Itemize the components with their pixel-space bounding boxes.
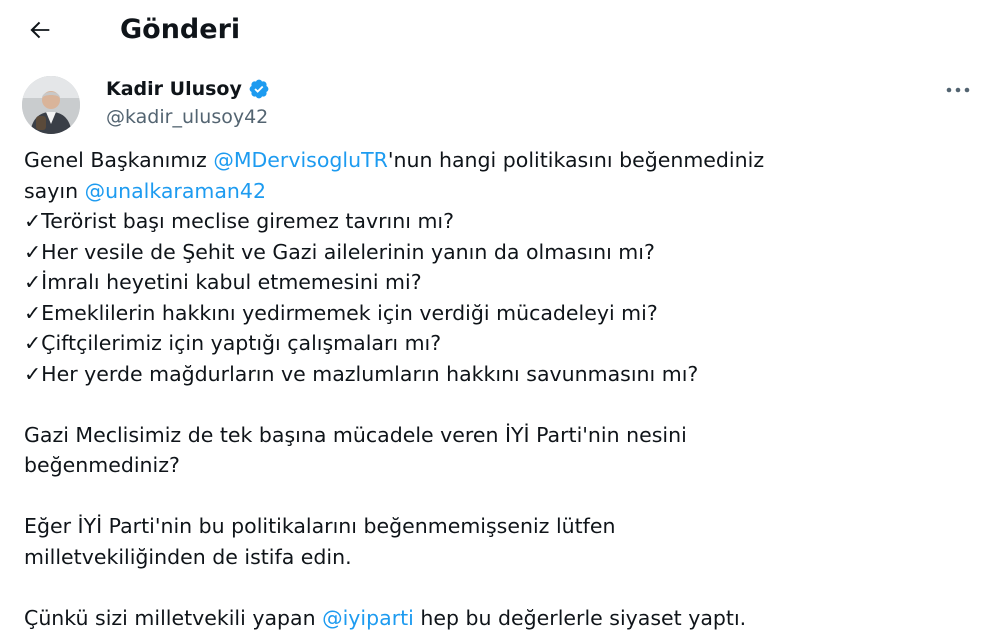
tweet-line: sayın @unalkaraman42	[24, 176, 984, 207]
tweet-line: Çünkü sizi milletvekili yapan @iyiparti …	[24, 603, 984, 634]
back-button[interactable]	[20, 12, 60, 48]
tweet-line: ✓Her yerde mağdurların ve mazlumların ha…	[24, 361, 699, 386]
page-title: Gönderi	[120, 14, 241, 45]
author-name[interactable]: Kadir Ulusoy	[106, 76, 270, 102]
tweet-line: Gazi Meclisimiz de tek başına mücadele v…	[24, 422, 687, 447]
more-options-button[interactable]	[940, 78, 976, 102]
tweet-line: ✓Çiftçilerimiz için yaptığı çalışmaları …	[24, 331, 442, 355]
tweet-line: ✓Terörist başı meclise giremez tavrını m…	[24, 209, 454, 233]
avatar-image	[22, 76, 80, 134]
text-segment: sayın	[24, 178, 85, 203]
tweet-text: Genel Başkanımız @MDervisogluTR'nun hang…	[24, 145, 984, 633]
mention-link[interactable]: @MDervisogluTR	[213, 148, 388, 172]
text-segment: Çünkü sizi milletvekili yapan	[24, 605, 323, 630]
tweet-line: ✓Emeklilerin hakkını yedirmemek için ver…	[24, 300, 658, 325]
tweet-line: beğenmediniz?	[24, 453, 180, 477]
avatar[interactable]	[22, 76, 80, 134]
author-name-text: Kadir Ulusoy	[106, 78, 242, 100]
author-handle[interactable]: @kadir_ulusoy42	[106, 104, 268, 130]
text-segment: 'nun hangi politikasını beğenmediniz	[387, 148, 765, 172]
verified-badge-icon	[249, 79, 269, 99]
tweet-line: ✓İmralı heyetini kabul etmemesini mi?	[24, 270, 422, 294]
text-segment: hep bu değerlerle siyaset yaptı.	[413, 605, 747, 630]
page-header: Gönderi	[0, 0, 1000, 62]
mention-link[interactable]: @iyiparti	[322, 606, 414, 630]
text-segment: Genel Başkanımız	[24, 148, 214, 172]
tweet-line: milletvekiliğinden de istifa edin.	[24, 544, 352, 569]
tweet-line: Genel Başkanımız @MDervisogluTR'nun hang…	[24, 145, 984, 176]
tweet-line: ✓Her vesile de Şehit ve Gazi ailelerinin…	[24, 239, 655, 264]
more-horizontal-icon	[946, 87, 970, 93]
tweet-line: Eğer İYİ Parti'nin bu politikalarını beğ…	[24, 514, 616, 538]
mention-link[interactable]: @unalkaraman42	[85, 179, 266, 203]
tweet-author: Kadir Ulusoy @kadir_ulusoy42	[22, 72, 982, 134]
arrow-left-icon	[30, 21, 50, 39]
